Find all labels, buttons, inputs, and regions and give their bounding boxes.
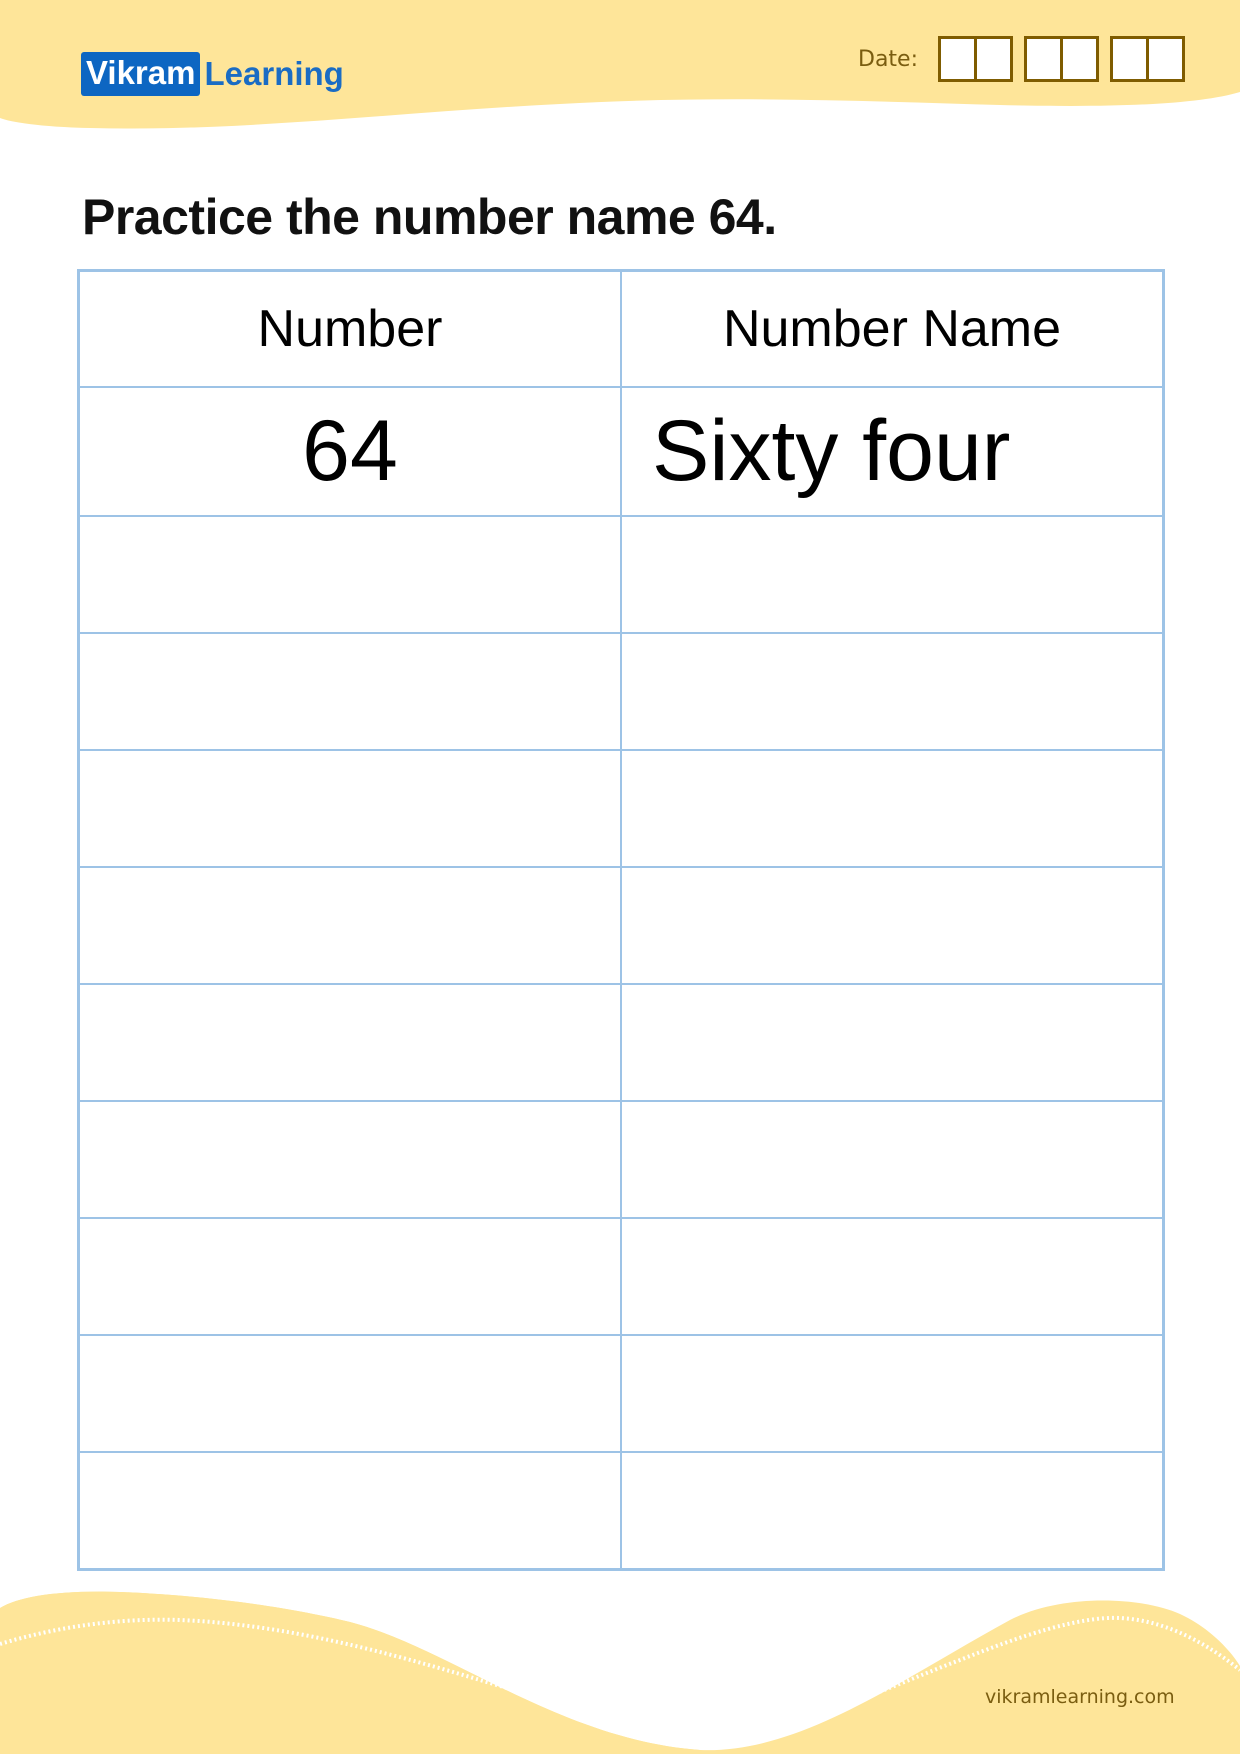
header-row: Number Number Name: [77, 269, 1165, 388]
date-box[interactable]: [1027, 39, 1060, 79]
practice-row: [77, 866, 1165, 985]
practice-row: [77, 749, 1165, 868]
number-name-cell[interactable]: [620, 1451, 1165, 1571]
practice-row: [77, 983, 1165, 1102]
number-cell[interactable]: [77, 632, 622, 751]
practice-row: [77, 1451, 1165, 1571]
date-year-boxes: [1110, 36, 1185, 82]
number-name-cell[interactable]: [620, 1217, 1165, 1336]
number-name-cell[interactable]: [620, 749, 1165, 868]
number-name-cell[interactable]: [620, 866, 1165, 985]
worksheet-title: Practice the number name 64.: [82, 189, 777, 245]
number-cell[interactable]: [77, 515, 622, 634]
number-cell[interactable]: [77, 1217, 622, 1336]
logo-text: Learning: [204, 55, 344, 92]
vikram-learning-logo: Vikram Learning: [81, 52, 344, 96]
date-box[interactable]: [974, 39, 1010, 79]
practice-table: Number Number Name 64 Sixty four: [77, 269, 1165, 1571]
practice-row: [77, 632, 1165, 751]
date-box[interactable]: [1146, 39, 1182, 79]
example-number: 64: [77, 386, 622, 517]
date-month-boxes: [1024, 36, 1099, 82]
number-name-cell[interactable]: [620, 515, 1165, 634]
number-cell[interactable]: [77, 866, 622, 985]
logo-box: Vikram: [81, 52, 201, 96]
number-cell[interactable]: [77, 749, 622, 868]
practice-row: [77, 1100, 1165, 1219]
practice-row: [77, 1217, 1165, 1336]
date-area: Date:: [858, 36, 1196, 82]
date-box[interactable]: [1060, 39, 1096, 79]
example-number-name: Sixty four: [620, 386, 1165, 517]
date-day-boxes: [938, 36, 1013, 82]
number-name-cell[interactable]: [620, 632, 1165, 751]
practice-row: [77, 1334, 1165, 1453]
date-box[interactable]: [941, 39, 974, 79]
number-name-cell[interactable]: [620, 983, 1165, 1102]
number-name-cell[interactable]: [620, 1334, 1165, 1453]
example-row: 64 Sixty four: [77, 386, 1165, 517]
header-number: Number: [77, 269, 622, 388]
practice-row: [77, 515, 1165, 634]
number-name-cell[interactable]: [620, 1100, 1165, 1219]
number-cell[interactable]: [77, 983, 622, 1102]
date-box[interactable]: [1113, 39, 1146, 79]
number-cell[interactable]: [77, 1334, 622, 1453]
header-number-name: Number Name: [620, 269, 1165, 388]
number-cell[interactable]: [77, 1451, 622, 1571]
date-label: Date:: [858, 46, 918, 72]
footer-band: [0, 1591, 1240, 1754]
number-cell[interactable]: [77, 1100, 622, 1219]
footer-url: vikramlearning.com: [985, 1686, 1175, 1708]
